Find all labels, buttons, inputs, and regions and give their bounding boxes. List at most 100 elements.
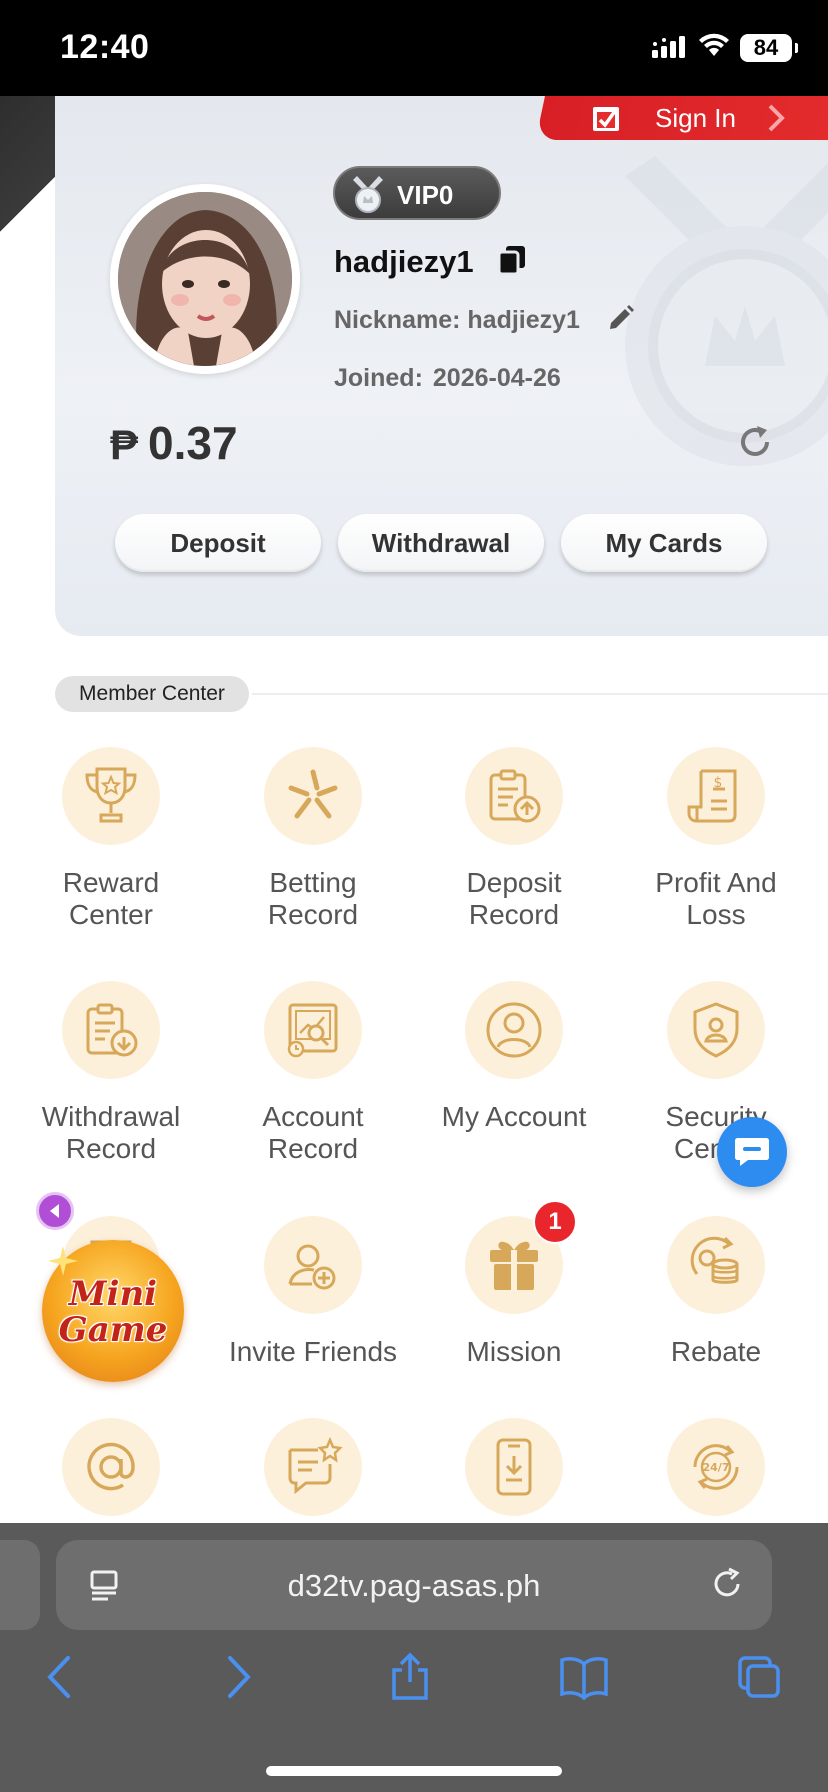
- collapse-minigame-button[interactable]: [36, 1192, 74, 1230]
- mission-item[interactable]: 1 Mission: [414, 1200, 614, 1368]
- email-item[interactable]: [11, 1418, 211, 1516]
- invite-icon: [288, 1244, 336, 1290]
- email-icon-wrap: [62, 1418, 160, 1516]
- chat-bubble-icon: [735, 1138, 769, 1166]
- invite-friends-item[interactable]: Invite Friends: [213, 1216, 413, 1368]
- security-center-icon-wrap: [667, 981, 765, 1079]
- chat-button[interactable]: [717, 1117, 787, 1187]
- previous-tab-preview[interactable]: [0, 1540, 40, 1630]
- currency-symbol: ₱: [110, 421, 139, 468]
- minigame-button[interactable]: Mini Game: [42, 1240, 184, 1382]
- vip-medal-icon: [353, 176, 383, 213]
- signin-button[interactable]: Sign In: [591, 96, 828, 140]
- betting-icon: [288, 769, 338, 819]
- coins-icon: [690, 1236, 739, 1284]
- trophy-icon: [85, 767, 137, 823]
- reload-icon[interactable]: [710, 1566, 746, 1602]
- status-time: 12:40: [60, 28, 150, 66]
- forward-icon[interactable]: [218, 1652, 258, 1702]
- item-label: Rebate: [670, 1336, 762, 1367]
- withdrawal-button[interactable]: Withdrawal: [338, 514, 544, 572]
- user-icon: [486, 1002, 542, 1058]
- account-record-icon-wrap: [264, 981, 362, 1079]
- my-cards-button[interactable]: My Cards: [561, 514, 767, 572]
- back-icon[interactable]: [40, 1652, 80, 1702]
- withdrawal-record-icon: [86, 1003, 138, 1057]
- feedback-item[interactable]: [213, 1418, 413, 1516]
- svg-text:$: $: [714, 775, 723, 791]
- joined-date: Joined: 2026-04-26: [334, 364, 561, 393]
- at-sign-icon: [87, 1442, 135, 1491]
- account-record-icon: [287, 1003, 338, 1058]
- nickname-value: hadjiezy1: [467, 306, 580, 334]
- download-app-icon-wrap: [465, 1418, 563, 1516]
- account-record-item[interactable]: Account Record: [213, 981, 413, 1165]
- divider: [252, 693, 828, 695]
- refresh-balance-icon[interactable]: [735, 422, 775, 462]
- sparkle-icon: [48, 1246, 78, 1276]
- calendar-check-icon: [593, 107, 619, 131]
- chevron-right-icon: [768, 104, 785, 132]
- betting-record-item[interactable]: Betting Record: [213, 747, 413, 931]
- support-24-7-icon: 24/7: [693, 1444, 739, 1490]
- wallet-balance: ₱ 0.37: [110, 416, 238, 470]
- caret-left-icon: [50, 1204, 59, 1218]
- gift-icon: [490, 1241, 538, 1290]
- home-indicator[interactable]: [266, 1766, 562, 1776]
- svg-text:24/7: 24/7: [703, 1461, 730, 1474]
- mission-icon-wrap: 1: [465, 1200, 577, 1314]
- nickname-label: Nickname:: [334, 306, 461, 334]
- bookmarks-icon[interactable]: [558, 1652, 610, 1702]
- download-app-icon: [496, 1438, 532, 1496]
- wifi-icon: [699, 33, 729, 56]
- item-label: Profit And Loss: [655, 867, 777, 930]
- edit-pencil-icon[interactable]: [607, 304, 635, 332]
- item-label: Deposit Record: [466, 867, 562, 930]
- profit-loss-item[interactable]: $ Profit And Loss: [616, 747, 816, 931]
- profit-loss-icon-wrap: $: [667, 747, 765, 845]
- feedback-icon-wrap: [264, 1418, 362, 1516]
- address-bar[interactable]: d32tv.pag-asas.ph: [56, 1540, 772, 1630]
- rebate-item[interactable]: Rebate: [616, 1216, 816, 1368]
- battery-indicator: 84: [740, 34, 798, 62]
- invite-friends-icon-wrap: [264, 1216, 362, 1314]
- vip-badge[interactable]: VIP0: [333, 166, 501, 220]
- tabs-icon[interactable]: [736, 1652, 784, 1702]
- status-bar: 12:40 84: [0, 0, 828, 96]
- item-label: Betting Record: [267, 867, 359, 930]
- avatar-image: [118, 192, 292, 366]
- item-label: Invite Friends: [228, 1336, 398, 1367]
- deposit-record-item[interactable]: Deposit Record: [414, 747, 614, 931]
- profit-loss-icon: $: [687, 769, 737, 823]
- copy-icon[interactable]: [497, 244, 527, 276]
- deposit-record-icon: [489, 769, 541, 823]
- cellular-signal-icon: [652, 36, 685, 58]
- minigame-label: Mini Game: [58, 1274, 168, 1350]
- reward-center-icon-wrap: [62, 747, 160, 845]
- my-account-item[interactable]: My Account: [414, 981, 614, 1133]
- member-center-title: Member Center: [55, 676, 249, 712]
- item-label: Withdrawal Record: [41, 1101, 181, 1164]
- withdrawal-record-item[interactable]: Withdrawal Record: [11, 981, 211, 1165]
- profile-card: Sign In VIP0 hadjiezy1 Nickname: hadjiez…: [55, 96, 828, 636]
- item-label: Reward Center: [62, 867, 160, 930]
- joined-value: 2026-04-26: [432, 364, 561, 392]
- deposit-button[interactable]: Deposit: [115, 514, 321, 572]
- avatar[interactable]: [110, 184, 300, 374]
- vip-level: VIP0: [397, 180, 454, 210]
- my-account-icon-wrap: [465, 981, 563, 1079]
- url-text: d32tv.pag-asas.ph: [287, 1568, 541, 1603]
- username: hadjiezy1: [334, 244, 474, 279]
- avatar-portrait-icon: [118, 192, 292, 366]
- rebate-icon-wrap: [667, 1216, 765, 1314]
- signin-label: Sign In: [655, 102, 736, 133]
- support-item[interactable]: 24/7: [616, 1418, 816, 1516]
- withdrawal-record-icon-wrap: [62, 981, 160, 1079]
- share-icon[interactable]: [388, 1652, 432, 1702]
- security-center-item[interactable]: Security Center: [616, 981, 816, 1165]
- nickname: Nickname: hadjiezy1: [334, 306, 580, 335]
- background-decoration: [0, 96, 56, 266]
- reward-center-item[interactable]: Reward Center: [11, 747, 211, 931]
- download-app-item[interactable]: [414, 1418, 614, 1516]
- item-label: My Account: [441, 1101, 587, 1132]
